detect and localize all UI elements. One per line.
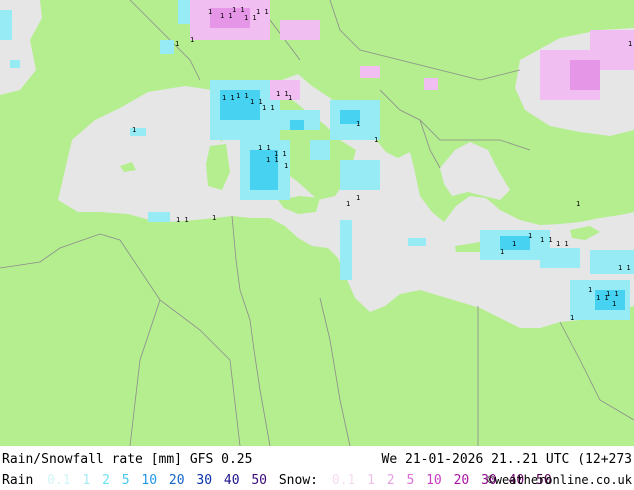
legend-snow-3: 5	[406, 473, 415, 488]
svg-text:1 1: 1 1	[262, 104, 275, 112]
legend-rain-5: 20	[168, 473, 185, 488]
legend-snow-2: 2	[386, 473, 395, 488]
legend-rain-6: 30	[196, 473, 213, 488]
svg-text:1: 1	[528, 232, 532, 240]
svg-text:1: 1	[208, 8, 212, 16]
svg-text:1 1: 1 1	[606, 290, 619, 298]
svg-text:1 1: 1 1	[244, 14, 257, 22]
legend-rain-1: 1	[82, 473, 91, 488]
legend-snow-5: 20	[453, 473, 470, 488]
svg-text:1: 1	[612, 300, 616, 308]
svg-text:1 1: 1 1	[250, 98, 263, 106]
svg-text:1: 1	[356, 120, 360, 128]
legend-snow-0: 0.1	[331, 473, 356, 488]
svg-text:1: 1	[628, 40, 632, 48]
svg-text:1 1: 1 1	[274, 150, 287, 158]
legend-rain-4: 10	[141, 473, 158, 488]
svg-text:1 1: 1 1	[236, 92, 249, 100]
svg-text:1 1: 1 1	[540, 236, 553, 244]
svg-text:1: 1	[190, 36, 194, 44]
legend-rain-7: 40	[223, 473, 240, 488]
svg-text:1: 1	[212, 214, 216, 222]
svg-text:1 1: 1 1	[176, 216, 189, 224]
legend-rain-label: Rain	[2, 473, 34, 488]
svg-text:1 1: 1 1	[618, 264, 631, 272]
svg-text:1: 1	[356, 194, 360, 202]
precipitation-map: 11 11 11 1 1 11 1 1 11 1 1 11 1 1 11 1 1…	[0, 0, 634, 447]
legend-rain-2: 2	[102, 473, 110, 488]
svg-text:1 1: 1 1	[258, 144, 271, 152]
svg-text:1: 1	[588, 286, 592, 294]
svg-text:1: 1	[576, 200, 580, 208]
legend-rain-3: 5	[121, 473, 130, 488]
svg-text:1: 1	[500, 248, 504, 256]
svg-text:1 1: 1 1	[222, 94, 235, 102]
svg-text:1 1: 1 1	[276, 90, 289, 98]
svg-text:1: 1	[374, 136, 378, 144]
legend-snow-4: 10	[426, 473, 442, 488]
svg-text:1: 1	[512, 240, 516, 248]
svg-text:1: 1	[284, 162, 288, 170]
map-datetime: We 21-01-2026 21..21 UTC (12+273	[381, 452, 632, 467]
svg-text:1 1: 1 1	[232, 6, 245, 14]
legend-snow-1: 1	[367, 473, 375, 488]
legend-rain-8: 50	[251, 473, 268, 488]
svg-text:1: 1	[288, 94, 292, 102]
svg-text:1 1: 1 1	[220, 12, 233, 20]
map-title: Rain/Snowfall rate [mm] GFS 0.25	[2, 452, 253, 467]
legend-snow-label: Snow:	[278, 473, 318, 488]
svg-text:1: 1	[175, 40, 179, 48]
legend: Rain 0.1 1 2 5 10 20 30 40 50 Snow: 0.1 …	[2, 473, 556, 488]
credit-link[interactable]: ©weatheronline.co.uk	[488, 473, 633, 487]
map-footer: Rain/Snowfall rate [mm] GFS 0.25 We 21-0…	[0, 446, 634, 490]
svg-text:1: 1	[570, 314, 574, 322]
legend-rain-0: 0.1	[47, 473, 71, 488]
svg-text:1: 1	[346, 200, 350, 208]
svg-text:1: 1	[132, 126, 136, 134]
svg-text:1 1: 1 1	[556, 240, 569, 248]
svg-text:1 1: 1 1	[256, 8, 269, 16]
